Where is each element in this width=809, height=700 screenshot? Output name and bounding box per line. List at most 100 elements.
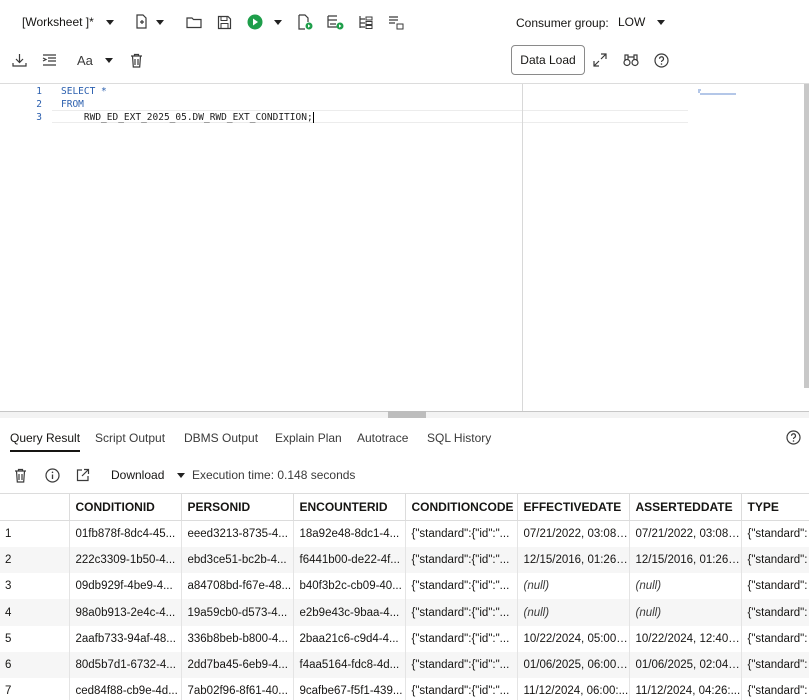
worksheet-selector[interactable]: [Worksheet ]* — [22, 10, 114, 34]
table-cell[interactable]: f6441b00-de22-4f... — [293, 546, 406, 574]
sql-editor[interactable]: 1 2 3 SELECT * FROM RWD_ED_EXT_2025_05.D… — [0, 84, 809, 412]
clear-editor-button[interactable] — [130, 48, 143, 72]
table-cell[interactable]: 9cafbe67-f5f1-439... — [293, 678, 406, 700]
font-size-menu[interactable]: Aa — [77, 48, 113, 72]
table-row[interactable]: 3 09db929f-4be9-4... a84708bd-f67e-48... b4… — [0, 573, 809, 600]
table-cell[interactable]: {"standard": — [741, 678, 809, 700]
info-button[interactable] — [45, 463, 60, 487]
indent-icon — [42, 53, 57, 67]
table-cell[interactable]: 01fb878f-8dc4-45... — [69, 520, 182, 547]
tab-sql-history[interactable]: SQL History — [427, 424, 491, 452]
help-button[interactable] — [654, 48, 669, 72]
table-cell[interactable]: 7ab02f96-8f61-40... — [181, 678, 294, 700]
indent-button[interactable] — [42, 48, 57, 72]
minimap[interactable] — [697, 84, 737, 95]
table-cell[interactable]: 19a59cb0-d573-4... — [181, 599, 294, 626]
table-cell[interactable]: 11/12/2024, 04:26:... — [629, 678, 742, 700]
table-cell[interactable]: 10/22/2024, 12:40:... — [629, 625, 742, 652]
table-cell[interactable]: f4aa5164-fdc8-4d... — [293, 651, 406, 679]
table-cell[interactable]: {"standard":{"id":"... — [405, 625, 518, 652]
table-cell[interactable]: 222c3309-1b50-4... — [69, 546, 182, 574]
table-cell[interactable]: 18a92e48-8dc1-4... — [293, 520, 406, 547]
tab-explain-plan[interactable]: Explain Plan — [275, 424, 342, 452]
column-header[interactable]: CONDITIONCODE — [405, 493, 518, 521]
tab-dbms-output[interactable]: DBMS Output — [184, 424, 258, 452]
table-cell[interactable]: {"standard": — [741, 573, 809, 600]
run-script-icon — [297, 14, 313, 30]
table-cell[interactable]: {"standard": — [741, 520, 809, 547]
open-button[interactable] — [186, 10, 202, 34]
data-load-button[interactable]: Data Load — [511, 45, 585, 75]
run-statement-button[interactable] — [247, 10, 282, 34]
table-cell[interactable]: {"standard": — [741, 599, 809, 626]
table-cell[interactable]: ebd3ce51-bc2b-4... — [181, 546, 294, 574]
table-cell[interactable]: 07/21/2022, 03:08:... — [629, 520, 742, 547]
explain-plan-button[interactable] — [327, 10, 344, 34]
tab-script-output[interactable]: Script Output — [95, 424, 165, 452]
table-cell[interactable]: 01/06/2025, 06:00:... — [517, 651, 630, 679]
table-cell[interactable]: {"standard": — [741, 625, 809, 652]
table-cell[interactable]: 09db929f-4be9-4... — [69, 573, 182, 600]
table-row[interactable]: 4 98a0b913-2e4c-4... 19a59cb0-d573-4... e2b… — [0, 599, 809, 626]
editor-scrollbar[interactable] — [804, 84, 809, 388]
table-row[interactable]: 7 ced84f88-cb9e-4d... 7ab02f96-8f61-40... 9… — [0, 678, 809, 700]
format-button[interactable] — [388, 10, 404, 34]
table-cell[interactable]: {"standard":{"id":"... — [405, 678, 518, 700]
table-row[interactable]: 5 2aafb733-94af-48... 336b8beb-b800-4... 2b… — [0, 625, 809, 652]
table-cell[interactable]: 12/15/2016, 01:26:... — [629, 546, 742, 574]
table-cell[interactable]: {"standard":{"id":"... — [405, 573, 518, 600]
find-button[interactable] — [623, 48, 639, 72]
table-cell[interactable]: ced84f88-cb9e-4d... — [69, 678, 182, 700]
splitter-handle[interactable] — [388, 411, 426, 418]
font-size-icon: Aa — [77, 52, 93, 68]
table-cell[interactable]: {"standard":{"id":"... — [405, 599, 518, 626]
table-cell[interactable]: 12/15/2016, 01:26:... — [517, 546, 630, 574]
column-header[interactable]: EFFECTIVEDATE — [517, 493, 630, 521]
column-header[interactable]: ENCOUNTERID — [293, 493, 406, 521]
run-script-button[interactable] — [297, 10, 313, 34]
table-cell[interactable]: 336b8beb-b800-4... — [181, 625, 294, 652]
table-cell[interactable]: {"standard":{"id":"... — [405, 520, 518, 547]
column-header[interactable]: CONDITIONID — [69, 493, 182, 521]
expand-button[interactable] — [593, 48, 607, 72]
table-cell[interactable]: (null) — [629, 573, 742, 600]
table-cell[interactable]: {"standard":{"id":"... — [405, 651, 518, 679]
column-header[interactable]: ASSERTEDDATE — [629, 493, 742, 521]
table-cell[interactable]: {"standard":{"id":"... — [405, 546, 518, 574]
table-cell[interactable]: (null) — [517, 573, 630, 600]
trash-icon — [14, 468, 27, 483]
table-cell[interactable]: a84708bd-f67e-48... — [181, 573, 294, 600]
download-script-button[interactable] — [12, 48, 27, 72]
table-cell[interactable]: 07/21/2022, 03:08:... — [517, 520, 630, 547]
open-in-new-button[interactable] — [76, 463, 90, 487]
table-cell[interactable]: 80d5b7d1-6732-4... — [69, 651, 182, 679]
table-cell[interactable]: 2aafb733-94af-48... — [69, 625, 182, 652]
consumer-group-select[interactable]: LOW — [618, 10, 666, 34]
table-cell[interactable]: 01/06/2025, 02:04:... — [629, 651, 742, 679]
table-cell[interactable]: {"standard": — [741, 651, 809, 679]
results-help-button[interactable] — [786, 430, 801, 448]
table-cell[interactable]: eeed3213-8735-4... — [181, 520, 294, 547]
table-cell[interactable]: 10/22/2024, 05:00:... — [517, 625, 630, 652]
table-cell[interactable]: b40f3b2c-cb09-40... — [293, 573, 406, 600]
table-cell[interactable]: 11/12/2024, 06:00:... — [517, 678, 630, 700]
table-cell[interactable]: (null) — [517, 599, 630, 626]
table-cell[interactable]: 98a0b913-2e4c-4... — [69, 599, 182, 626]
save-button[interactable] — [217, 10, 232, 34]
table-row[interactable]: 6 80d5b7d1-6732-4... 2dd7ba45-6eb9-4... f4a… — [0, 651, 809, 679]
table-row[interactable]: 1 01fb878f-8dc4-45... eeed3213-8735-4... 18… — [0, 520, 809, 547]
table-cell[interactable]: 2baa21c6-c9d4-4... — [293, 625, 406, 652]
table-cell[interactable]: 2dd7ba45-6eb9-4... — [181, 651, 294, 679]
table-cell[interactable]: e2b9e43c-9baa-4... — [293, 599, 406, 626]
tab-autotrace[interactable]: Autotrace — [357, 424, 408, 452]
table-cell[interactable]: {"standard": — [741, 546, 809, 574]
column-header[interactable]: TYPE — [741, 493, 809, 521]
table-row[interactable]: 2 222c3309-1b50-4... ebd3ce51-bc2b-4... f64… — [0, 546, 809, 574]
autotrace-button[interactable] — [358, 10, 373, 34]
clear-results-button[interactable] — [14, 463, 27, 487]
new-worksheet-menu[interactable] — [134, 10, 164, 34]
table-cell[interactable]: (null) — [629, 599, 742, 626]
tab-query-result[interactable]: Query Result — [10, 424, 81, 452]
column-header[interactable]: PERSONID — [181, 493, 294, 521]
download-menu[interactable]: Download — [111, 463, 186, 487]
